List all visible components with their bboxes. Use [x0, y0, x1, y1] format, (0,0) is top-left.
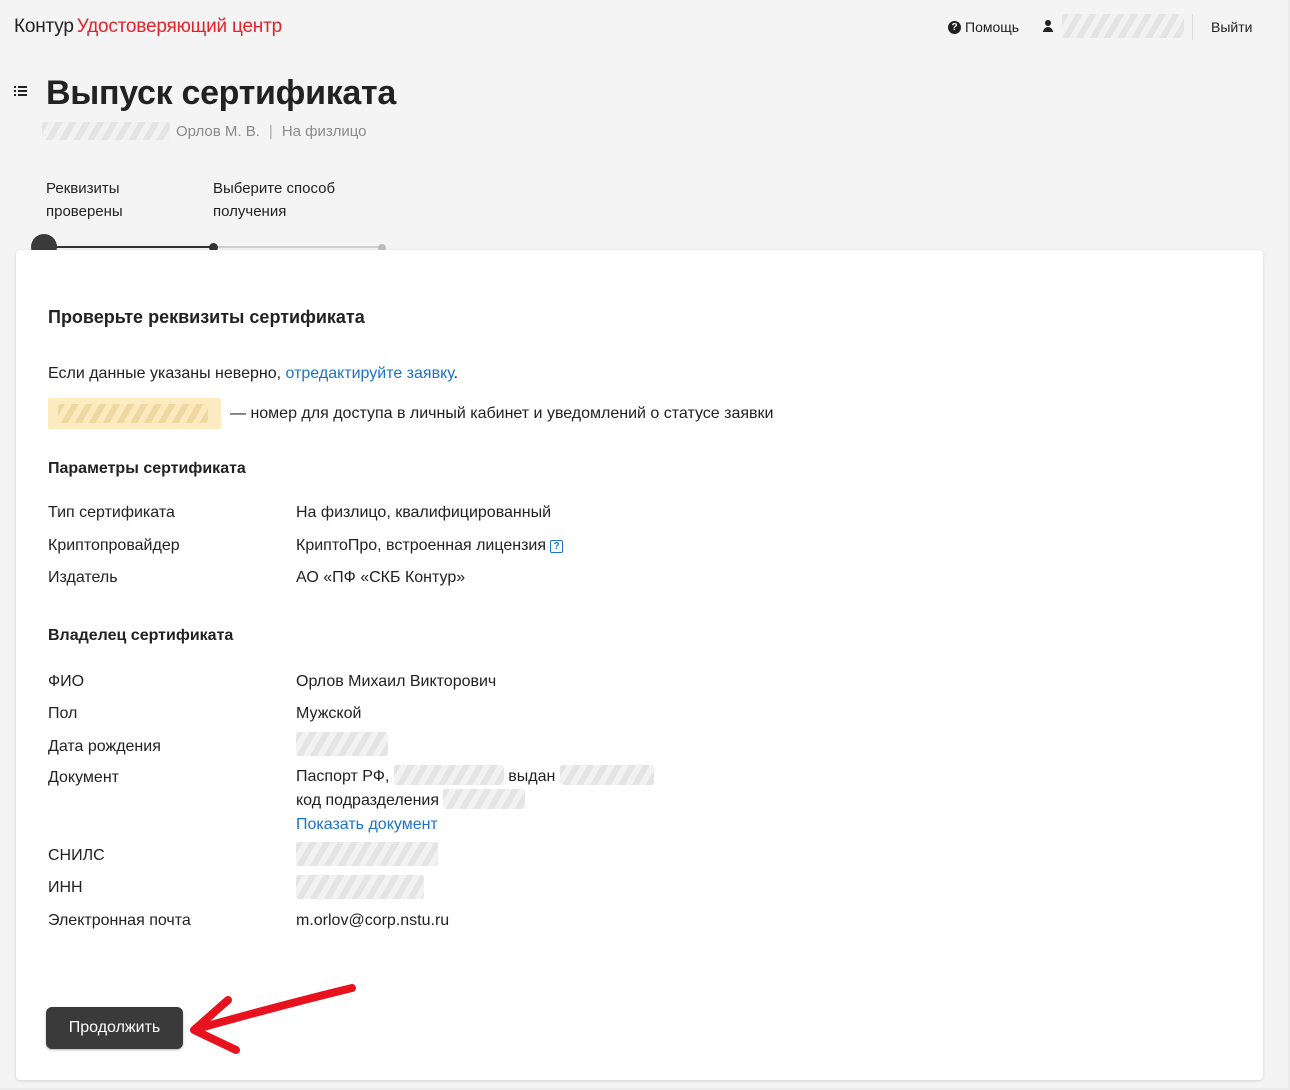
redacted-department-code — [443, 789, 526, 809]
phone-number-highlight — [48, 398, 221, 429]
cert-type-value: На физлицо, квалифицированный — [296, 504, 552, 521]
redacted-snils — [296, 842, 438, 866]
params-heading: Параметры сертификата — [48, 460, 246, 477]
step-1-label: Реквизиты проверены — [46, 177, 123, 223]
doc-department-code: код подразделения — [296, 792, 440, 809]
divider — [1192, 14, 1193, 40]
email-label: Электронная почта — [48, 912, 191, 929]
doc-issued: выдан — [508, 768, 556, 785]
step-progress-line — [44, 246, 214, 248]
page-frame: Контур Удостоверяющий центр ? Помощь Выйт… — [0, 0, 1288, 1088]
page-title: Выпуск сертификата — [46, 74, 396, 112]
fio-label: ФИО — [48, 673, 85, 690]
edit-hint-suffix: . — [453, 365, 459, 382]
redacted-phone — [58, 404, 208, 423]
logo[interactable]: Контур Удостоверяющий центр — [14, 16, 282, 38]
snils-label: СНИЛС — [48, 847, 105, 864]
help-icon: ? — [948, 20, 961, 34]
fio-value: Орлов Михаил Викторович — [296, 673, 497, 690]
doc-type: Паспорт РФ, — [296, 768, 390, 785]
inn-label: ИНН — [48, 879, 83, 896]
crypto-provider-label: Криптопровайдер — [48, 537, 180, 554]
step-2-label: Выберите способ получения — [213, 177, 335, 223]
phone-note: — номер для доступа в личный кабинет и у… — [230, 405, 774, 422]
step-2-line2: получения — [213, 203, 287, 220]
subtitle-type: На физлицо — [281, 122, 367, 140]
edit-hint-prefix: Если данные указаны неверно, — [48, 365, 286, 382]
user-menu[interactable] — [1042, 14, 1184, 38]
user-icon — [1042, 20, 1054, 32]
help-link[interactable]: ? Помощь — [948, 19, 1019, 35]
crypto-provider-value: КриптоПро, встроенная лицензия — [296, 537, 547, 554]
issuer-label: Издатель — [48, 569, 118, 586]
details-card: Проверьте реквизиты сертификата Если дан… — [16, 250, 1263, 1080]
menu-list-icon[interactable] — [14, 86, 30, 98]
logo-product: Удостоверяющий центр — [76, 16, 282, 37]
dob-label: Дата рождения — [48, 738, 161, 755]
snils-value — [296, 842, 438, 871]
subtitle-name: Орлов М. В. — [176, 122, 260, 140]
redacted-inn — [296, 875, 424, 899]
top-bar: Контур Удостоверяющий центр ? Помощь Выйт… — [0, 0, 1288, 56]
cert-type-label: Тип сертификата — [48, 504, 175, 521]
document-label: Документ — [48, 769, 119, 786]
continue-button[interactable]: Продолжить — [46, 1007, 183, 1049]
step-remaining-line — [214, 246, 382, 248]
step-1-line2: проверены — [46, 203, 123, 220]
gender-label: Пол — [48, 705, 78, 722]
page-subtitle: Орлов М. В. | На физлицо — [42, 122, 366, 140]
logo-brand: Контур — [14, 16, 74, 37]
redacted-passport-number — [393, 765, 504, 785]
help-label: Помощь — [965, 19, 1020, 35]
logout-link[interactable]: Выйти — [1211, 19, 1252, 35]
redacted-company — [42, 122, 170, 140]
redacted-issuer — [559, 765, 654, 785]
document-line-1: Паспорт РФ, выдан — [296, 765, 654, 789]
show-document-link[interactable]: Показать документ — [296, 813, 654, 837]
card-heading: Проверьте реквизиты сертификата — [48, 307, 365, 327]
step-2-line1: Выберите способ — [213, 180, 336, 197]
edit-request-link[interactable]: отредактируйте заявку — [286, 365, 454, 382]
inn-value — [296, 875, 424, 904]
edit-hint: Если данные указаны неверно, отредактиру… — [48, 365, 458, 383]
document-line-2: код подразделения — [296, 789, 654, 813]
issuer-value: АО «ПФ «СКБ Контур» — [296, 569, 466, 586]
annotation-arrow — [190, 984, 356, 1054]
document-value: Паспорт РФ, выдан код подразделения Пока… — [296, 765, 654, 837]
crypto-provider-value-row: КриптоПро, встроенная лицензия? — [296, 537, 564, 555]
redacted-dob — [296, 732, 388, 756]
dob-value — [296, 732, 388, 761]
gender-value: Мужской — [296, 705, 362, 722]
info-icon[interactable]: ? — [550, 540, 564, 553]
redacted-user-name — [1062, 14, 1184, 38]
email-value: m.orlov@corp.nstu.ru — [296, 912, 450, 929]
subtitle-separator: | — [268, 122, 273, 140]
owner-heading: Владелец сертификата — [48, 627, 234, 644]
step-1-line1: Реквизиты — [46, 180, 120, 197]
